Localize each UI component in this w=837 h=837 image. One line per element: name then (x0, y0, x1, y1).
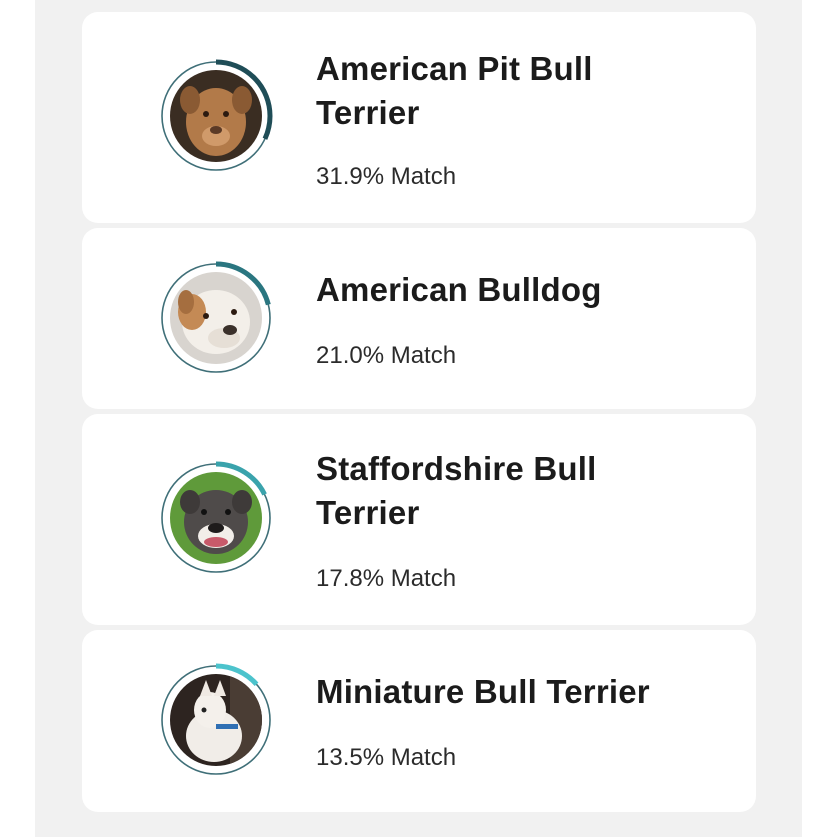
breed-result-card[interactable]: Miniature Bull Terrier 13.5% Match (82, 630, 756, 812)
breed-name: American Bulldog (316, 271, 602, 308)
breed-result-card[interactable]: American Bulldog 21.0% Match (82, 228, 756, 409)
breed-result-card[interactable]: American Pit Bull Terrier 31.9% Match (82, 12, 756, 223)
match-ring (159, 261, 273, 375)
mini-bull-terrier-photo (170, 674, 262, 766)
match-ring (159, 461, 273, 575)
match-ring (159, 663, 273, 777)
staffordshire-photo (170, 472, 262, 564)
breed-name: Staffordshire Bull Terrier (316, 450, 597, 531)
match-ring (159, 59, 273, 173)
pit-bull-photo (170, 70, 262, 162)
match-percentage: 13.5% Match (316, 744, 457, 771)
bulldog-photo (170, 272, 262, 364)
match-percentage: 31.9% Match (316, 163, 457, 190)
breed-result-card[interactable]: Staffordshire Bull Terrier 17.8% Match (82, 414, 756, 625)
breed-name: American Pit Bull Terrier (316, 50, 593, 131)
match-percentage: 21.0% Match (316, 342, 457, 369)
breed-name: Miniature Bull Terrier (316, 673, 650, 710)
match-percentage: 17.8% Match (316, 565, 457, 592)
